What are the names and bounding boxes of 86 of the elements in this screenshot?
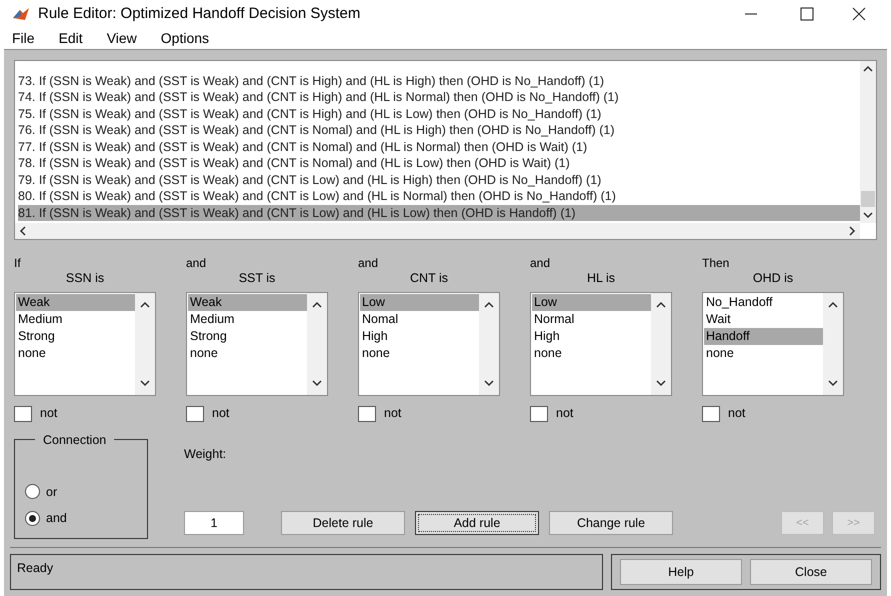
footer-button[interactable]: Help (620, 559, 742, 585)
variable-title: SSN is (66, 270, 104, 286)
not-label: not (40, 405, 58, 422)
rule-button[interactable]: Change rule (549, 511, 673, 535)
not-label: not (212, 405, 230, 422)
scroll-up-icon[interactable] (484, 301, 494, 310)
value-item[interactable]: Weak (188, 294, 307, 312)
close-icon[interactable] (851, 6, 867, 22)
value-item[interactable]: Strong (16, 328, 135, 346)
scroll-up-icon[interactable] (140, 301, 150, 310)
scroll-up-icon[interactable] (656, 301, 666, 310)
rule-item[interactable]: 76. If (SSN is Weak) and (SST is Weak) and (CNT is Nomal) and (HL is High) then (OHD is No_Handoff) (1) (18, 122, 860, 139)
menu-item[interactable]: File (12, 28, 35, 50)
rule-item[interactable]: 80. If (SSN is Weak) and (SST is Weak) and (CNT is Low) and (HL is Normal) then (OHD is No_Handoff) (1) (18, 188, 860, 205)
scroll-thumb[interactable] (861, 191, 875, 208)
variable-title: HL is (586, 270, 615, 286)
value-item[interactable]: Normal (532, 311, 651, 328)
connector-label: and (358, 256, 378, 270)
radio-label: or (46, 484, 58, 500)
menu-item[interactable]: Edit (58, 28, 83, 50)
value-item[interactable]: Wait (704, 311, 823, 328)
not-checkbox[interactable] (530, 406, 548, 422)
status-bar: Ready (10, 554, 603, 590)
value-item[interactable]: Low (360, 294, 479, 312)
value-item[interactable]: Medium (16, 311, 135, 328)
rule-button[interactable]: Add rule (415, 511, 539, 535)
value-item[interactable]: Low (532, 294, 651, 312)
not-label: not (728, 405, 746, 422)
rule-item[interactable]: 73. If (SSN is Weak) and (SST is Weak) and (CNT is High) and (HL is High) then (OHD is No_Handoff) (1) (18, 72, 860, 90)
connector-label: If (14, 256, 21, 270)
value-item[interactable]: none (704, 345, 823, 362)
rule-item[interactable]: 75. If (SSN is Weak) and (SST is Weak) and (CNT is High) and (HL is Low) then (OHD is No_Handoff) (1) (18, 106, 860, 122)
radio-button[interactable] (25, 484, 40, 500)
value-item[interactable]: Medium (188, 311, 307, 328)
value-item[interactable]: Strong (188, 328, 307, 346)
value-item[interactable]: Weak (16, 294, 135, 312)
maximize-icon[interactable] (799, 6, 815, 22)
radio-label: and (46, 510, 67, 528)
rule-item[interactable]: 78. If (SSN is Weak) and (SST is Weak) and (CNT is Nomal) and (HL is Low) then (OHD is Wait) (1) (18, 155, 860, 172)
value-item[interactable]: No_Handoff (704, 294, 823, 312)
variable-title: SST is (238, 270, 276, 286)
variable-title: OHD is (752, 270, 794, 286)
scroll-down-icon[interactable] (484, 379, 494, 388)
app-icon (12, 6, 30, 22)
value-item[interactable]: Nomal (360, 311, 479, 328)
not-label: not (384, 405, 402, 422)
value-item[interactable]: none (16, 345, 135, 362)
horizontal-scrollbar[interactable] (15, 223, 860, 240)
not-checkbox[interactable] (702, 406, 720, 422)
rule-item[interactable]: 77. If (SSN is Weak) and (SST is Weak) and (CNT is Nomal) and (HL is Normal) then (OHD is Wait) (1) (18, 138, 860, 156)
weight-label: Weight: (184, 446, 228, 463)
connector-label: and (186, 256, 206, 270)
not-label: not (556, 405, 574, 422)
scroll-down-icon[interactable] (140, 379, 150, 388)
scroll-down-icon[interactable] (828, 379, 838, 388)
not-checkbox[interactable] (358, 406, 376, 422)
footer-button[interactable]: Close (750, 559, 872, 585)
rule-item[interactable]: 79. If (SSN is Weak) and (SST is Weak) and (CNT is Low) and (HL is High) then (OHD is No_Handoff) (1) (18, 172, 860, 188)
scroll-up-icon[interactable] (828, 301, 838, 310)
vertical-scrollbar[interactable] (860, 61, 876, 224)
value-item[interactable]: High (532, 328, 651, 346)
rule-item[interactable]: 74. If (SSN is Weak) and (SST is Weak) and (CNT is High) and (HL is Normal) then (OHD is No_Handoff) (1) (18, 89, 860, 106)
value-item[interactable]: none (360, 345, 479, 362)
connector-label: and (530, 256, 550, 270)
scroll-left-icon[interactable] (19, 226, 27, 236)
menu-item[interactable]: View (106, 28, 137, 50)
not-checkbox[interactable] (186, 406, 204, 422)
value-item[interactable]: none (188, 345, 307, 362)
scroll-down-icon[interactable] (656, 379, 666, 388)
scroll-up-icon[interactable] (312, 301, 322, 310)
value-item[interactable]: Handoff (704, 328, 823, 346)
connector-label: Then (702, 256, 730, 270)
menu-item[interactable]: Options (160, 28, 210, 50)
variable-title: CNT is (410, 270, 448, 286)
window-title: Rule Editor: Optimized Handoff Decision System (38, 4, 360, 24)
value-item[interactable]: High (360, 328, 479, 346)
value-item[interactable]: none (532, 345, 651, 362)
scroll-up-icon[interactable] (863, 65, 873, 74)
scroll-down-icon[interactable] (863, 211, 873, 220)
rule-button[interactable]: Delete rule (281, 511, 405, 535)
not-checkbox[interactable] (14, 406, 32, 422)
radio-button[interactable] (25, 511, 40, 526)
rule-item[interactable]: 81. If (SSN is Weak) and (SST is Weak) and (CNT is Low) and (HL is Low) then (OHD is Handoff) (1) (18, 204, 860, 222)
scroll-right-icon[interactable] (848, 226, 856, 236)
weight-field[interactable]: 1 (184, 511, 244, 535)
scroll-down-icon[interactable] (312, 379, 322, 388)
